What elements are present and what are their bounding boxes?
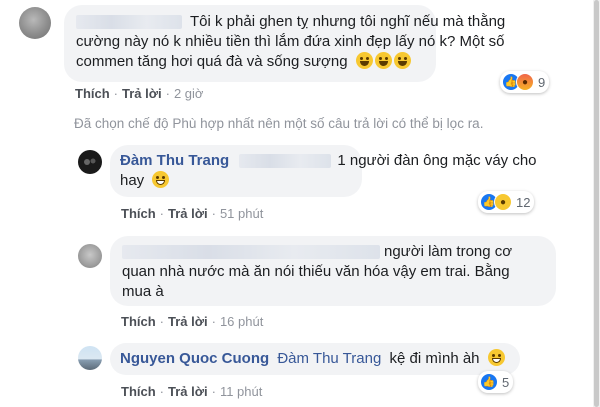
reply-link[interactable]: Trả lời	[168, 206, 208, 221]
comment-bubble: Tôi k phải ghen tỵ nhưng tôi nghĩ nếu mà…	[64, 5, 505, 82]
reply-actions: Thích · Trả lời · 11 phút	[121, 384, 263, 399]
timestamp[interactable]: 51 phút	[220, 206, 263, 221]
scrollbar[interactable]	[593, 0, 600, 407]
reply-link[interactable]: Trả lời	[168, 384, 208, 399]
scrollbar-thumb[interactable]	[594, 0, 599, 407]
reply-avatar-dam-thu-trang[interactable]	[78, 150, 102, 174]
reply-reactions[interactable]: 👍 ● 12	[478, 191, 535, 213]
like-link[interactable]: Thích	[121, 314, 156, 329]
reply-text-line1: người làm trong cơ	[384, 243, 513, 260]
redacted-name	[122, 245, 380, 260]
reaction-count: 12	[516, 194, 531, 210]
like-link[interactable]: Thích	[121, 206, 156, 221]
reply-text: kệ đi mình àh	[389, 350, 480, 367]
reply-actions: Thích · Trả lời · 16 phút	[121, 314, 264, 329]
reply-text-line2: quan nhà nước mà ăn nói thiếu văn hóa vậ…	[122, 263, 510, 280]
timestamp[interactable]: 2 giờ	[174, 86, 204, 101]
haha-icon: ●	[494, 193, 512, 211]
reply-reactions[interactable]: 👍 5	[478, 371, 514, 393]
comment-reactions[interactable]: 👍 ● 9	[500, 71, 550, 93]
reply-bubble: Đàm Thu Trang 1 người đàn ông mặc váy ch…	[110, 145, 537, 197]
like-link[interactable]: Thích	[121, 384, 156, 399]
comment-text-line2: cường này nó k nhiều tiền thì lắm đứa xi…	[76, 33, 505, 50]
like-link[interactable]: Thích	[75, 86, 110, 101]
smile-emoji	[152, 171, 170, 188]
reaction-count: 5	[502, 374, 510, 390]
reply-avatar-nguyen-quoc-cuong[interactable]	[78, 346, 102, 370]
like-icon: 👍	[480, 373, 498, 391]
reply-link[interactable]: Trả lời	[122, 86, 162, 101]
grimace-emoji	[355, 52, 373, 69]
reply-text-line1: 1 người đàn ông mặc váy cho	[337, 152, 537, 169]
redacted-mention	[239, 154, 332, 169]
reply-text-line3: mua à	[122, 283, 164, 300]
reply-text-line2: hay	[120, 172, 145, 189]
reply-link[interactable]: Trả lời	[168, 314, 208, 329]
timestamp[interactable]: 16 phút	[220, 314, 263, 329]
angry-icon: ●	[516, 73, 534, 91]
reply-author[interactable]: Nguyen Quoc Cuong	[120, 350, 269, 367]
reply-actions: Thích · Trả lời · 51 phút	[121, 206, 264, 221]
reply-avatar[interactable]	[78, 244, 102, 268]
smile-emoji	[487, 349, 505, 366]
comment-text-line1: Tôi k phải ghen tỵ nhưng tôi nghĩ nếu mà…	[190, 13, 506, 30]
reply-author[interactable]: Đàm Thu Trang	[120, 152, 229, 169]
grimace-emoji	[393, 52, 411, 69]
grimace-emoji	[374, 52, 392, 69]
comment-text-line3: commen tăng hơi quá đà và sống sượng	[76, 53, 348, 70]
filter-note: Đã chọn chế độ Phù hợp nhất nên một số c…	[74, 116, 484, 131]
mention-link[interactable]: Đàm Thu Trang	[277, 350, 381, 367]
reply-bubble: người làm trong cơ quan nhà nước mà ăn n…	[110, 236, 556, 306]
comment-actions: Thích · Trả lời · 2 giờ	[75, 86, 204, 101]
reaction-count: 9	[538, 74, 546, 90]
redacted-name	[76, 15, 182, 30]
timestamp[interactable]: 11 phút	[220, 384, 262, 399]
commenter-avatar[interactable]	[19, 7, 51, 39]
reply-bubble: Nguyen Quoc Cuong Đàm Thu Trang kệ đi mì…	[110, 343, 520, 375]
